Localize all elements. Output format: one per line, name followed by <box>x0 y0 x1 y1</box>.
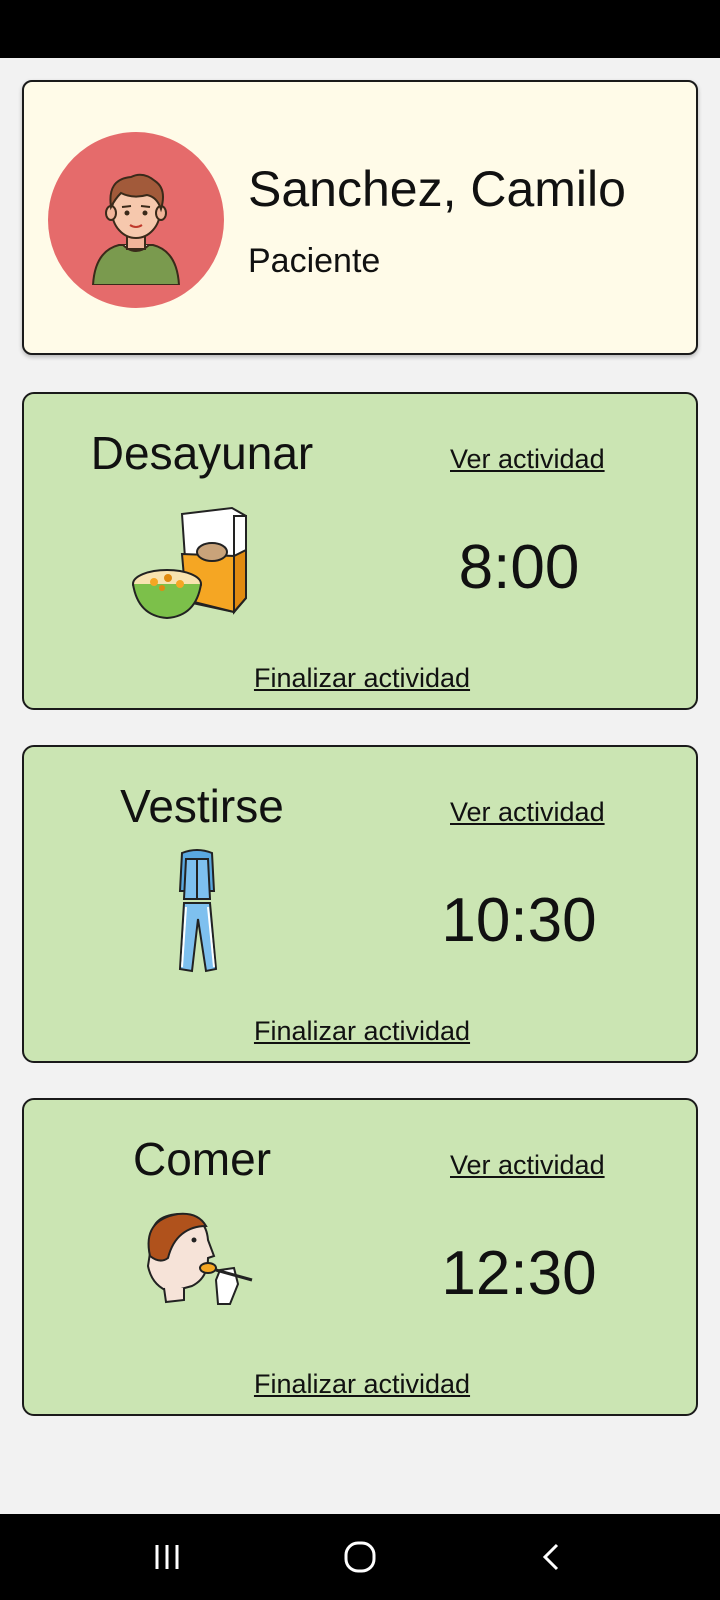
profile-card: Sanchez, Camilo Paciente <box>22 80 698 355</box>
boy-avatar-icon <box>91 173 181 285</box>
system-nav-bar <box>0 1514 720 1600</box>
view-activity-link[interactable]: Ver actividad <box>450 1150 605 1181</box>
finish-activity-link[interactable]: Finalizar actividad <box>24 1369 700 1400</box>
activity-card-vestirse: Vestirse Ver actividad 10:30 Finalizar a… <box>22 745 698 1063</box>
patient-name: Sanchez, Camilo <box>248 161 626 217</box>
activity-time: 12:30 <box>441 1239 597 1308</box>
activity-time: 8:00 <box>458 533 580 602</box>
finish-activity-link[interactable]: Finalizar actividad <box>24 1016 700 1047</box>
view-activity-link[interactable]: Ver actividad <box>450 444 605 475</box>
activity-title: Vestirse <box>120 780 284 832</box>
activity-title: Desayunar <box>90 427 314 479</box>
avatar <box>48 132 224 308</box>
activity-card-comer: Comer Ver actividad 12:30 Finalizar acti… <box>22 1098 698 1416</box>
home-icon[interactable] <box>330 1527 390 1587</box>
activity-title: Comer <box>132 1133 272 1185</box>
eating-spoon-icon <box>122 1200 272 1330</box>
back-icon[interactable] <box>523 1527 583 1587</box>
recent-apps-icon[interactable] <box>137 1527 197 1587</box>
finish-activity-link[interactable]: Finalizar actividad <box>24 663 700 694</box>
status-bar <box>0 0 720 58</box>
tracksuit-clothes-icon <box>122 847 272 977</box>
view-activity-link[interactable]: Ver actividad <box>450 797 605 828</box>
activity-time: 10:30 <box>441 886 597 955</box>
cereal-breakfast-icon <box>122 494 272 624</box>
activity-card-desayunar: Desayunar Ver actividad 8:00 Finalizar a… <box>22 392 698 710</box>
patient-role: Paciente <box>248 242 381 280</box>
